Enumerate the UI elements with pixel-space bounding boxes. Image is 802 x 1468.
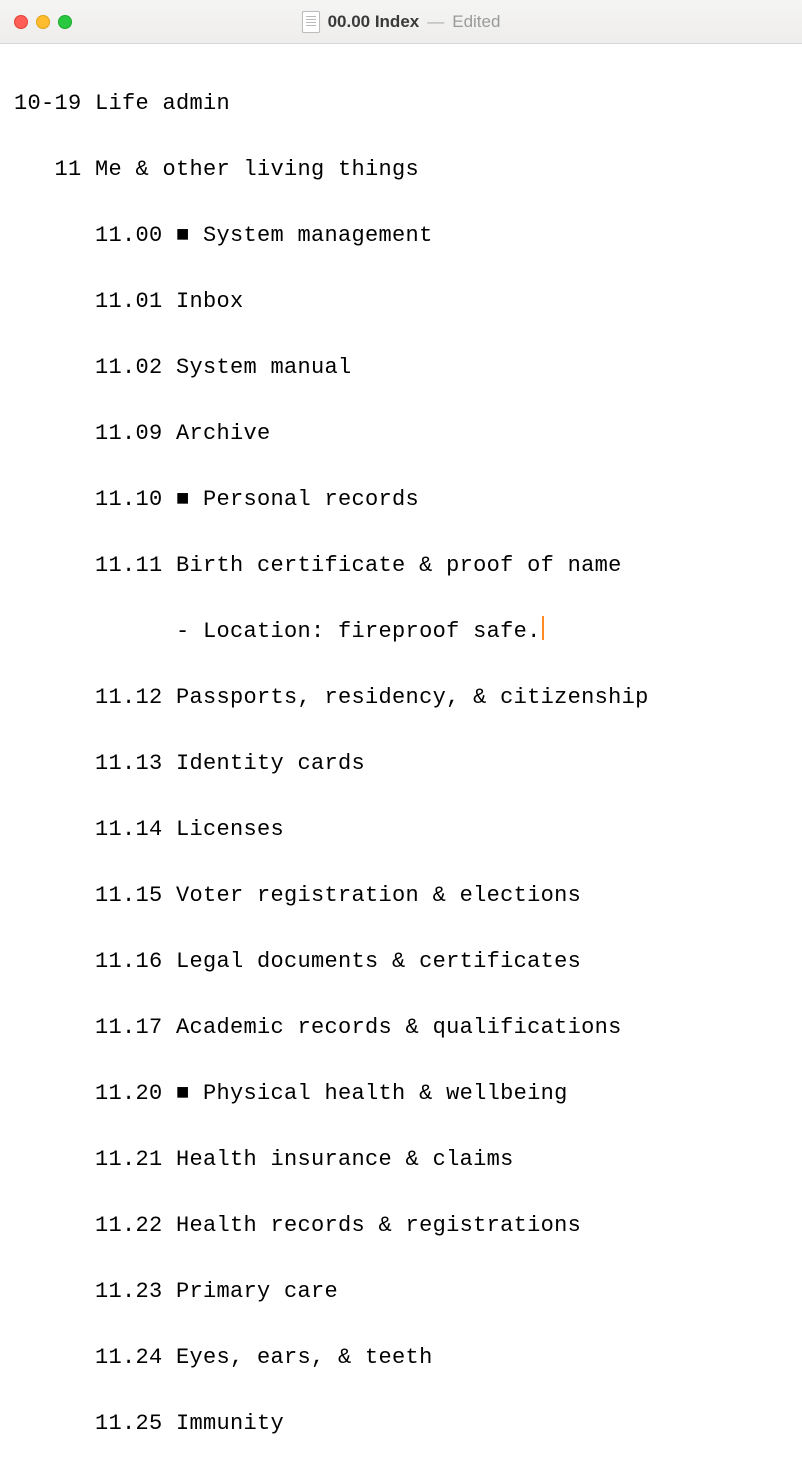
text-line: 11.11 Birth certificate & proof of name	[0, 549, 802, 582]
text-cursor	[542, 616, 544, 640]
text-line: 11.25 Immunity	[0, 1407, 802, 1440]
text-line: 10-19 Life admin	[0, 87, 802, 120]
title-separator: —	[427, 12, 444, 32]
text-line: 11.13 Identity cards	[0, 747, 802, 780]
document-title: 00.00 Index	[328, 12, 420, 32]
text-line: 11.12 Passports, residency, & citizenshi…	[0, 681, 802, 714]
text-line: 11.23 Primary care	[0, 1275, 802, 1308]
text-line: 11.01 Inbox	[0, 285, 802, 318]
document-icon	[302, 11, 320, 33]
text-line: 11.20 ■ Physical health & wellbeing	[0, 1077, 802, 1110]
traffic-lights	[14, 15, 72, 29]
document-status: Edited	[452, 12, 500, 32]
text-line: 11.15 Voter registration & elections	[0, 879, 802, 912]
title-wrap: 00.00 Index — Edited	[0, 11, 802, 33]
text-line: 11.22 Health records & registrations	[0, 1209, 802, 1242]
window-minimize-button[interactable]	[36, 15, 50, 29]
text-line: 11.24 Eyes, ears, & teeth	[0, 1341, 802, 1374]
text-line: 11.10 ■ Personal records	[0, 483, 802, 516]
text-line: 11.02 System manual	[0, 351, 802, 384]
window-maximize-button[interactable]	[58, 15, 72, 29]
text-line: 11 Me & other living things	[0, 153, 802, 186]
text-line: 11.17 Academic records & qualifications	[0, 1011, 802, 1044]
text-line-content: - Location: fireproof safe.	[14, 619, 541, 644]
text-line: 11.21 Health insurance & claims	[0, 1143, 802, 1176]
text-line: 11.09 Archive	[0, 417, 802, 450]
text-line: 11.14 Licenses	[0, 813, 802, 846]
text-editor[interactable]: 10-19 Life admin 11 Me & other living th…	[0, 44, 802, 1468]
text-line: 11.16 Legal documents & certificates	[0, 945, 802, 978]
window-titlebar: 00.00 Index — Edited	[0, 0, 802, 44]
text-line: 11.00 ■ System management	[0, 219, 802, 252]
text-line: - Location: fireproof safe.	[0, 615, 802, 648]
window-close-button[interactable]	[14, 15, 28, 29]
